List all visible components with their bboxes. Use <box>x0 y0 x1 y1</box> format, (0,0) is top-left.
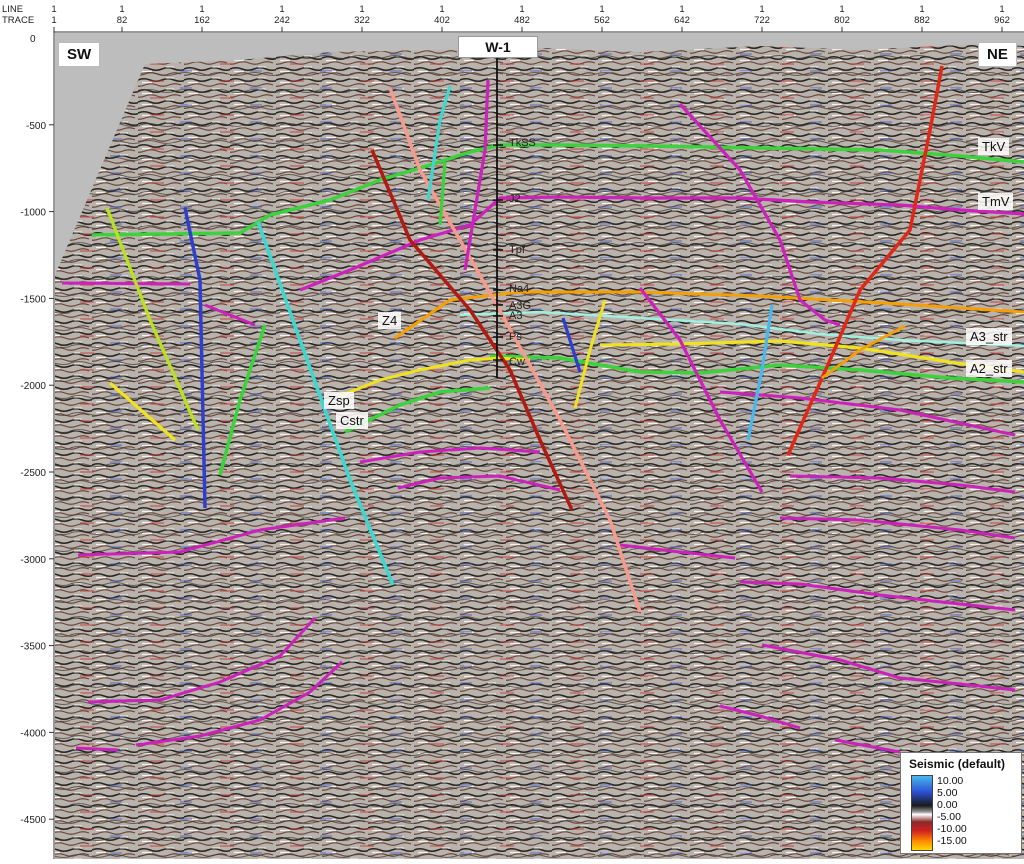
well-name-label: W-1 <box>458 36 538 58</box>
header-line-value: 1 <box>439 4 444 15</box>
header-line-value: 1 <box>919 4 924 15</box>
well-top-a3: A3 <box>509 310 523 322</box>
header-trace-value: 802 <box>834 15 850 26</box>
legend-tick: -10.00 <box>937 823 967 835</box>
horizon-label-tmv: TmV <box>978 193 1014 210</box>
header-line-value: 1 <box>759 4 764 15</box>
depth-tick-label: -500 <box>26 121 46 132</box>
header-trace-value: 162 <box>194 15 210 26</box>
header-line-value: 1 <box>279 4 284 15</box>
horizon-label-cstr: Cstr <box>336 412 368 429</box>
header-trace-value: 962 <box>994 15 1010 26</box>
header-line-value: 1 <box>679 4 684 15</box>
header-line-value: 1 <box>119 4 124 15</box>
depth-tick-label: -4000 <box>20 728 46 739</box>
header-line-value: 1 <box>199 4 204 15</box>
header-trace-value: 82 <box>117 15 128 26</box>
horizon-label-tkv: TkV <box>978 138 1010 155</box>
depth-tick-label: -1500 <box>20 294 46 305</box>
header-trace-value: 322 <box>354 15 370 26</box>
well-top-na4: Na4 <box>509 283 530 295</box>
seismic-section-plot: LINE TRACE 11182116212421322140214821562… <box>0 0 1024 859</box>
well-top-tkss: TkSS <box>509 137 536 149</box>
header-line-value: 1 <box>839 4 844 15</box>
legend-tick: 0.00 <box>937 799 958 811</box>
header-trace-value: 1 <box>51 15 56 26</box>
depth-tick-label: -3000 <box>20 555 46 566</box>
horizon-deep-5 <box>75 746 119 752</box>
depth-tick-label: -3500 <box>20 642 46 653</box>
header-trace-value: 882 <box>914 15 930 26</box>
sw-direction-label: SW <box>58 42 101 67</box>
horizon-label-zsp: Zsp <box>324 392 354 409</box>
header-line-value: 1 <box>599 4 604 15</box>
header-line-label: LINE <box>2 4 23 15</box>
well-top-cw: Cw <box>509 356 525 368</box>
ne-direction-label: NE <box>978 42 1017 67</box>
seismic-viewer: LINE TRACE 1 1 1 82 1 162 1 242 1 322 1 402 1 482 1 562… <box>0 0 1024 859</box>
header-line-value: 1 <box>519 4 524 15</box>
horizon-label-a2-str: A2_str <box>966 360 1012 377</box>
legend-tick: 5.00 <box>937 787 958 799</box>
depth-tick-label: -1000 <box>20 208 46 219</box>
well-top-ps: Ps <box>509 331 522 343</box>
header-trace-value: 402 <box>434 15 450 26</box>
well-top-j2: J2 <box>509 193 521 205</box>
legend-tick: -15.00 <box>937 835 967 847</box>
header-trace-value: 722 <box>754 15 770 26</box>
horizon-label-z4: Z4 <box>378 312 402 329</box>
depth-tick-label: -4500 <box>20 815 46 826</box>
depth-tick-label: -2000 <box>20 381 46 392</box>
horizon-sw-1 <box>61 281 191 286</box>
header-trace-value: 642 <box>674 15 690 26</box>
header-line-value: 1 <box>999 4 1004 15</box>
header-trace-value: 562 <box>594 15 610 26</box>
color-scale-legend: Seismic (default) 10.00 5.00 0.00 -5.00 … <box>900 752 1022 854</box>
header-trace-value: 482 <box>514 15 530 26</box>
header-trace-label: TRACE <box>2 15 34 26</box>
header-band <box>0 0 1024 32</box>
legend-title: Seismic (default) <box>909 757 1006 771</box>
header-trace-value: 242 <box>274 15 290 26</box>
depth-top-label: 0 <box>30 34 36 45</box>
legend-color-bar <box>911 775 933 851</box>
depth-tick-label: -2500 <box>20 468 46 479</box>
legend-tick: -5.00 <box>937 811 961 823</box>
horizon-label-a3-str: A3_str <box>966 328 1012 345</box>
well-top-tpf: Tpf <box>509 244 525 256</box>
legend-tick: 10.00 <box>937 775 964 787</box>
header-line-value: 1 <box>51 4 56 15</box>
header-line-value: 1 <box>359 4 364 15</box>
